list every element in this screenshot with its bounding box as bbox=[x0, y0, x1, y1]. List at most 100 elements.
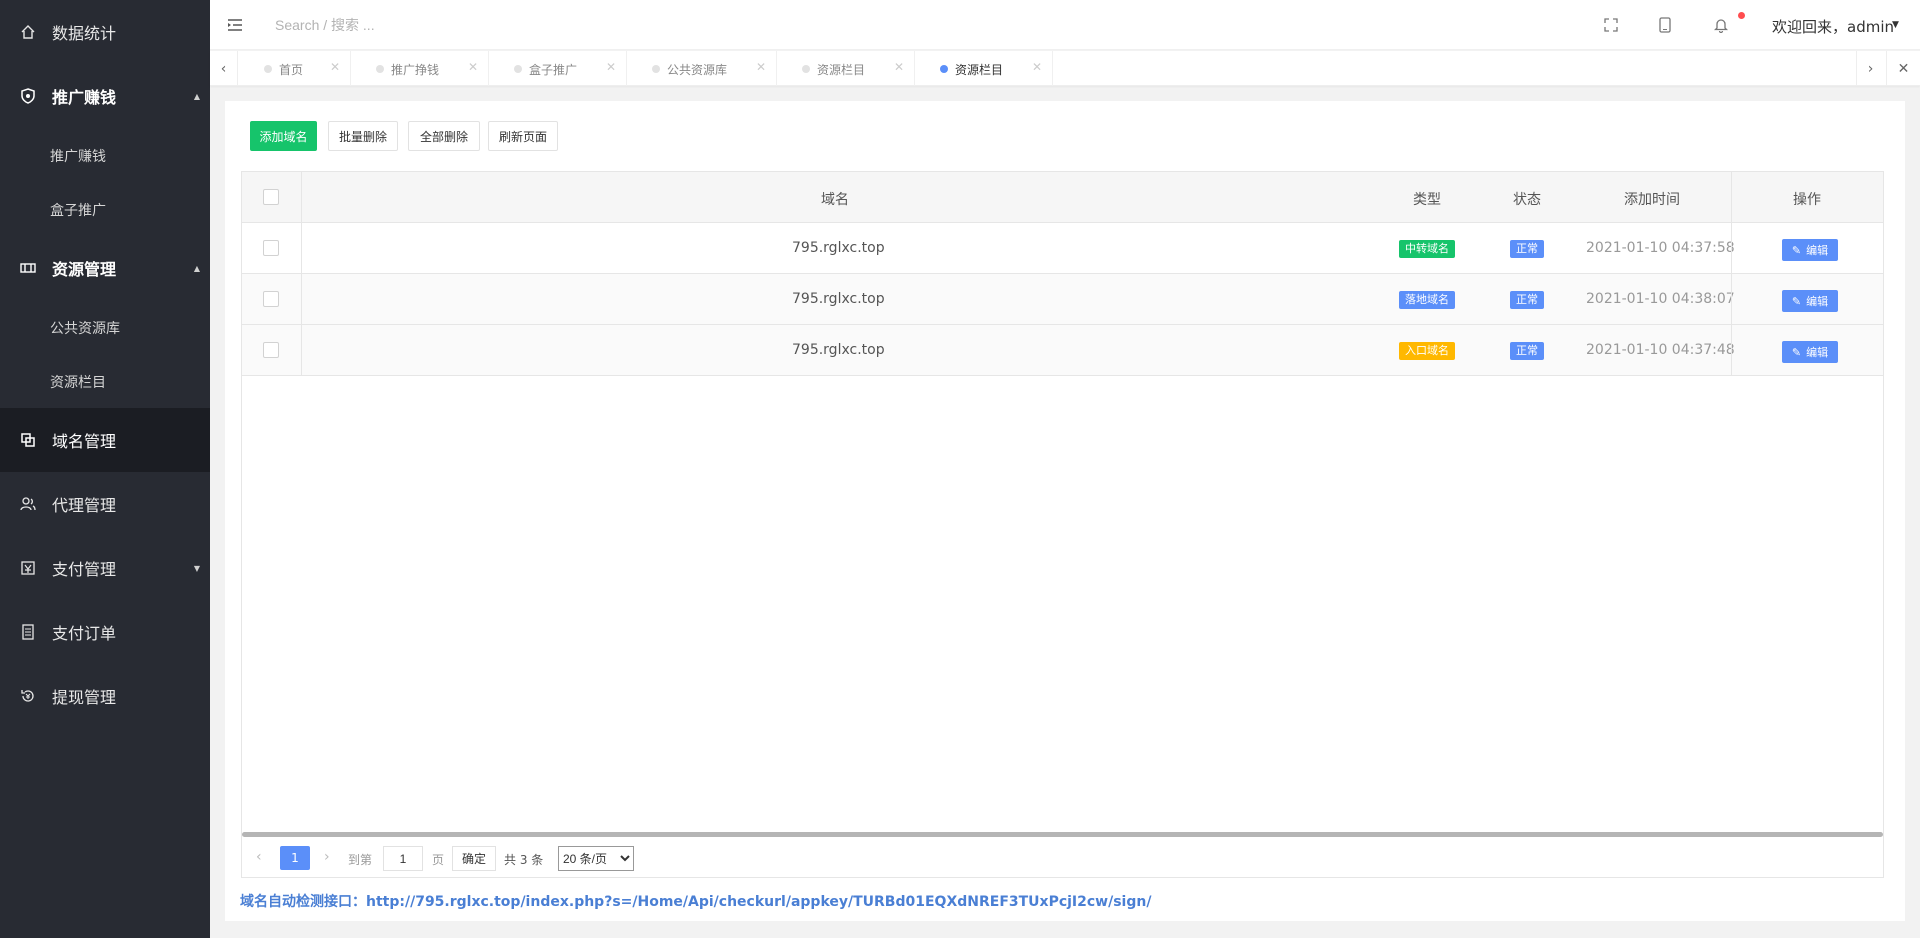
tab-resource-column[interactable]: 资源栏目 ✕ bbox=[777, 51, 915, 86]
status-badge: 正常 bbox=[1510, 240, 1544, 258]
sidebar-item-payment[interactable]: 支付管理 ▼ bbox=[0, 548, 210, 588]
shield-icon bbox=[20, 88, 36, 104]
table-row: 795.rglxc.top 落地域名 正常 2021-01-10 04:38:0… bbox=[242, 274, 1883, 325]
column-divider bbox=[301, 172, 302, 223]
confirm-page-button[interactable]: 确定 bbox=[452, 846, 496, 871]
sidebar-item-resources[interactable]: 资源管理 ▲ bbox=[0, 248, 210, 288]
tab-dot bbox=[264, 65, 272, 73]
sidebar-item-agents[interactable]: 代理管理 bbox=[0, 484, 210, 524]
tab-close-all-icon[interactable]: ✕ bbox=[1886, 51, 1920, 86]
column-divider bbox=[1731, 325, 1732, 376]
close-icon[interactable]: ✕ bbox=[756, 60, 766, 74]
time-cell: 2021-01-10 04:37:58 bbox=[1586, 240, 1735, 256]
fullscreen-icon[interactable] bbox=[1602, 16, 1620, 34]
close-icon[interactable]: ✕ bbox=[894, 60, 904, 74]
domain-table: 域名 类型 状态 添加时间 操作 795.rglxc.top 中转域名 正常 2… bbox=[241, 171, 1884, 878]
sidebar-item-promotion[interactable]: 推广赚钱 ▲ bbox=[0, 76, 210, 116]
tab-dot bbox=[652, 65, 660, 73]
page-unit-label: 页 bbox=[432, 853, 445, 867]
edit-icon: ✎ bbox=[1791, 243, 1802, 257]
close-icon[interactable]: ✕ bbox=[1032, 60, 1042, 74]
search-input[interactable] bbox=[275, 11, 675, 39]
domain-cell: 795.rglxc.top bbox=[792, 342, 885, 358]
edit-label: 编辑 bbox=[1806, 346, 1829, 359]
content-card: 添加域名 批量删除 全部删除 刷新页面 域名 类型 状态 添加时间 操作 795… bbox=[225, 101, 1905, 921]
edit-label: 编辑 bbox=[1806, 244, 1829, 257]
top-header: 欢迎回来，admin ▼ bbox=[210, 0, 1920, 50]
sidebar-item-label: 盒子推广 bbox=[50, 203, 106, 219]
prev-page-icon[interactable]: ‹ bbox=[256, 849, 262, 865]
edit-button[interactable]: ✎ 编辑 bbox=[1782, 341, 1838, 363]
edit-label: 编辑 bbox=[1806, 295, 1829, 308]
goto-page-input[interactable] bbox=[383, 846, 423, 871]
close-icon[interactable]: ✕ bbox=[606, 60, 616, 74]
page-size-select[interactable]: 20 条/页 bbox=[558, 846, 634, 871]
tab-scroll-right-icon[interactable]: › bbox=[1856, 51, 1884, 86]
tab-box-promotion[interactable]: 盒子推广 ✕ bbox=[489, 51, 627, 86]
mobile-icon[interactable] bbox=[1656, 16, 1674, 34]
add-domain-button[interactable]: 添加域名 bbox=[250, 121, 317, 151]
edit-icon: ✎ bbox=[1791, 345, 1802, 359]
caret-up-icon: ▲ bbox=[193, 263, 200, 273]
next-page-icon[interactable]: › bbox=[324, 849, 330, 865]
tab-resource-column-active[interactable]: 资源栏目 ✕ bbox=[915, 51, 1053, 86]
tab-scroll-left-icon[interactable]: ‹ bbox=[210, 51, 238, 86]
edit-button[interactable]: ✎ 编辑 bbox=[1782, 239, 1838, 261]
edit-icon: ✎ bbox=[1791, 294, 1802, 308]
sidebar-subitem-promotion[interactable]: 推广赚钱 bbox=[0, 136, 210, 176]
bell-icon[interactable] bbox=[1712, 16, 1730, 34]
column-divider bbox=[1731, 274, 1732, 325]
column-divider bbox=[301, 223, 302, 274]
tab-public-library[interactable]: 公共资源库 ✕ bbox=[627, 51, 777, 86]
sidebar-item-label: 支付订单 bbox=[52, 624, 117, 643]
table-row: 795.rglxc.top 中转域名 正常 2021-01-10 04:37:5… bbox=[242, 223, 1883, 274]
user-menu[interactable]: 欢迎回来，admin bbox=[1772, 16, 1894, 37]
caret-down-icon: ▼ bbox=[193, 563, 200, 573]
sidebar-item-payment-orders[interactable]: 支付订单 bbox=[0, 612, 210, 652]
close-icon[interactable]: ✕ bbox=[468, 60, 478, 74]
edit-button[interactable]: ✎ 编辑 bbox=[1782, 290, 1838, 312]
tab-dot bbox=[802, 65, 810, 73]
receipt-icon bbox=[20, 624, 36, 640]
sidebar-item-label: 公共资源库 bbox=[50, 321, 120, 337]
sidebar-item-label: 数据统计 bbox=[52, 24, 117, 43]
close-icon[interactable]: ✕ bbox=[330, 60, 340, 74]
column-divider bbox=[301, 325, 302, 376]
wallet-icon bbox=[20, 560, 36, 576]
tab-label: 资源栏目 bbox=[817, 63, 866, 77]
sidebar-item-label: 资源栏目 bbox=[50, 375, 106, 391]
select-all-checkbox[interactable] bbox=[263, 189, 279, 205]
tab-label: 公共资源库 bbox=[667, 63, 728, 77]
domain-cell: 795.rglxc.top bbox=[792, 240, 885, 256]
row-checkbox[interactable] bbox=[263, 240, 279, 256]
sidebar-subitem-public-library[interactable]: 公共资源库 bbox=[0, 308, 210, 348]
sidebar-item-domains[interactable]: 域名管理 bbox=[0, 408, 210, 472]
resource-icon bbox=[20, 260, 36, 276]
refresh-button[interactable]: 刷新页面 bbox=[488, 121, 558, 151]
current-page[interactable]: 1 bbox=[280, 846, 310, 870]
home-icon bbox=[20, 24, 36, 40]
sidebar-item-label: 推广赚钱 bbox=[50, 149, 106, 165]
sidebar-item-withdraw[interactable]: 提现管理 bbox=[0, 676, 210, 716]
tab-promotion[interactable]: 推广挣钱 ✕ bbox=[351, 51, 489, 86]
sidebar-subitem-resource-column[interactable]: 资源栏目 bbox=[0, 362, 210, 402]
status-badge: 正常 bbox=[1510, 342, 1544, 360]
batch-delete-button[interactable]: 批量删除 bbox=[328, 121, 398, 151]
row-checkbox[interactable] bbox=[263, 291, 279, 307]
check-api-link[interactable]: 域名自动检测接口：http://795.rglxc.top/index.php?… bbox=[240, 891, 1151, 911]
type-badge: 入口域名 bbox=[1399, 342, 1455, 360]
sidebar-item-dashboard[interactable]: 数据统计 bbox=[0, 12, 210, 52]
header-domain: 域名 bbox=[821, 192, 849, 208]
delete-all-button[interactable]: 全部删除 bbox=[408, 121, 480, 151]
header-type: 类型 bbox=[1413, 192, 1441, 208]
tab-label: 首页 bbox=[279, 63, 304, 77]
menu-toggle-icon[interactable] bbox=[227, 17, 243, 33]
users-icon bbox=[20, 496, 36, 512]
sidebar: 数据统计 推广赚钱 ▲ 推广赚钱 盒子推广 资源管理 ▲ 公共资源库 资源栏目 … bbox=[0, 0, 210, 938]
row-checkbox[interactable] bbox=[263, 342, 279, 358]
sidebar-item-label: 资源管理 bbox=[52, 260, 117, 279]
tab-label: 资源栏目 bbox=[955, 63, 1004, 77]
caret-down-icon: ▼ bbox=[1892, 20, 1899, 30]
tab-home[interactable]: 首页 ✕ bbox=[239, 51, 351, 86]
sidebar-subitem-box-promotion[interactable]: 盒子推广 bbox=[0, 190, 210, 230]
